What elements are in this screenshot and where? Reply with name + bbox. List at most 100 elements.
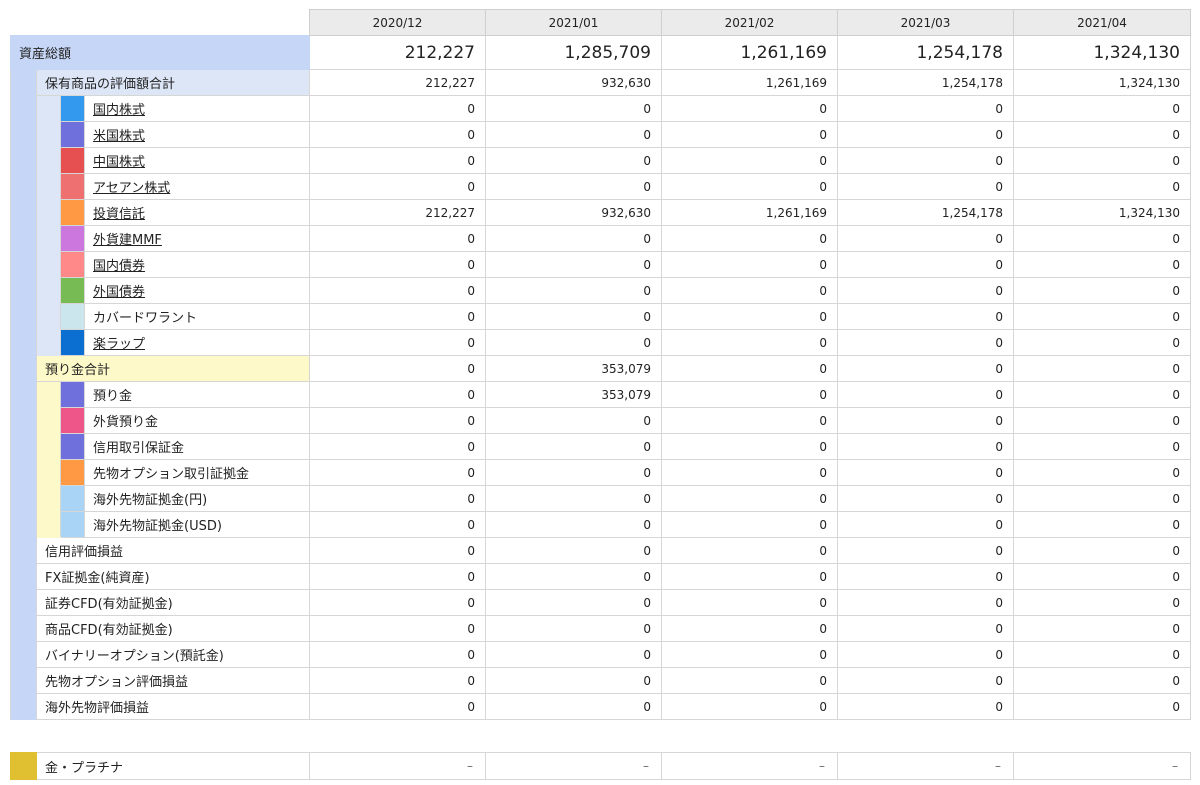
deposit-value: 0 — [661, 433, 838, 460]
swatch-fill — [61, 148, 84, 173]
deposits-stripe — [36, 381, 61, 538]
holding-value: 0 — [1013, 147, 1191, 174]
holding-value: 0 — [661, 277, 838, 304]
deposit-value: 0 — [661, 511, 838, 538]
other-value: 0 — [837, 537, 1014, 564]
holding-link[interactable]: 国内債券 — [93, 259, 145, 274]
holding-value: 0 — [837, 303, 1014, 330]
holdings-total-value: 1,261,169 — [661, 69, 838, 96]
other-value: 0 — [661, 667, 838, 694]
deposit-row: 信用取引保証金 0 0 0 0 0 — [11, 433, 1191, 460]
holding-label: カバードワラント — [84, 303, 310, 330]
other-value: 0 — [1013, 563, 1191, 590]
holding-link[interactable]: 国内株式 — [93, 103, 145, 118]
color-swatch — [60, 225, 85, 252]
deposit-value: 0 — [485, 459, 662, 486]
other-value: 0 — [485, 667, 662, 694]
other-value: 0 — [309, 693, 486, 720]
swatch-fill — [61, 330, 84, 355]
deposit-value: 353,079 — [485, 381, 662, 408]
deposit-value: 0 — [661, 381, 838, 408]
holding-label[interactable]: アセアン株式 — [84, 173, 310, 200]
deposit-row: 預り金 0 353,079 0 0 0 — [11, 381, 1191, 538]
holdings-total-value: 1,254,178 — [837, 69, 1014, 96]
deposit-value: 0 — [837, 381, 1014, 408]
other-value: 0 — [309, 615, 486, 642]
other-value: 0 — [1013, 589, 1191, 616]
deposit-value: 0 — [309, 381, 486, 408]
deposit-label: 信用取引保証金 — [84, 433, 310, 460]
color-swatch — [60, 95, 85, 122]
holding-label[interactable]: 外貨建MMF — [84, 225, 310, 252]
deposit-value: 0 — [309, 407, 486, 434]
holding-value: 0 — [485, 251, 662, 278]
holding-label[interactable]: 米国株式 — [84, 121, 310, 148]
other-row: 証券CFD(有効証拠金) 0 0 0 0 0 — [11, 589, 1191, 616]
swatch-fill — [61, 96, 84, 121]
other-label: 信用評価損益 — [36, 537, 310, 564]
deposit-value: 0 — [485, 485, 662, 512]
deposit-value: 0 — [1013, 407, 1191, 434]
swatch-fill — [61, 122, 84, 147]
holding-link[interactable]: 米国株式 — [93, 129, 145, 144]
other-value: 0 — [1013, 641, 1191, 668]
holding-value: 0 — [1013, 251, 1191, 278]
other-label: 商品CFD(有効証拠金) — [36, 615, 310, 642]
deposit-value: 0 — [661, 407, 838, 434]
holding-value: 0 — [309, 225, 486, 252]
deposit-value: 0 — [1013, 485, 1191, 512]
swatch-fill — [61, 382, 84, 407]
deposit-row: 海外先物証拠金(USD) 0 0 0 0 0 — [11, 511, 1191, 538]
holding-value: 932,630 — [485, 199, 662, 226]
holding-value: 0 — [661, 173, 838, 200]
holding-value: 0 — [309, 329, 486, 356]
period-header: 2021/03 — [837, 9, 1014, 36]
total-value: 212,227 — [309, 35, 486, 70]
other-value: 0 — [485, 693, 662, 720]
other-value: 0 — [837, 667, 1014, 694]
other-row: バイナリーオプション(預託金) 0 0 0 0 0 — [11, 641, 1191, 668]
holding-row: 外貨建MMF 0 0 0 0 0 — [11, 225, 1191, 252]
swatch-fill — [61, 278, 84, 303]
holding-row: 楽ラップ 0 0 0 0 0 — [11, 329, 1191, 356]
color-swatch — [60, 121, 85, 148]
swatch-fill — [61, 460, 84, 485]
holding-value: 0 — [837, 147, 1014, 174]
total-stripe — [10, 69, 37, 720]
other-value: 0 — [309, 563, 486, 590]
holding-link[interactable]: 楽ラップ — [93, 337, 145, 352]
holding-link[interactable]: 外国債券 — [93, 285, 145, 300]
other-label: バイナリーオプション(預託金) — [36, 641, 310, 668]
holding-value: 0 — [1013, 225, 1191, 252]
holding-link[interactable]: 投資信託 — [93, 207, 145, 222]
holding-link[interactable]: 中国株式 — [93, 155, 145, 170]
other-value: 0 — [837, 563, 1014, 590]
period-header: 2021/01 — [485, 9, 662, 36]
holding-link[interactable]: 外貨建MMF — [93, 233, 162, 248]
other-label: 証券CFD(有効証拠金) — [36, 589, 310, 616]
gold-label: 金・プラチナ — [36, 752, 310, 780]
header-blank — [10, 9, 310, 36]
holding-label[interactable]: 国内株式 — [84, 95, 310, 122]
color-swatch — [60, 277, 85, 304]
deposit-value: 0 — [1013, 459, 1191, 486]
holding-label[interactable]: 国内債券 — [84, 251, 310, 278]
deposit-value: 0 — [837, 433, 1014, 460]
deposits-total-value: 0 — [661, 355, 838, 382]
gold-value: – — [661, 752, 838, 780]
holding-value: 0 — [837, 95, 1014, 122]
holding-value: 0 — [837, 277, 1014, 304]
holding-value: 0 — [661, 329, 838, 356]
other-row: 先物オプション評価損益 0 0 0 0 0 — [11, 667, 1191, 694]
holding-row: 外国債券 0 0 0 0 0 — [11, 277, 1191, 304]
holding-label[interactable]: 外国債券 — [84, 277, 310, 304]
holding-label[interactable]: 中国株式 — [84, 147, 310, 174]
holding-value: 0 — [309, 95, 486, 122]
other-value: 0 — [485, 537, 662, 564]
deposits-total-value: 0 — [309, 355, 486, 382]
holding-label[interactable]: 投資信託 — [84, 199, 310, 226]
color-swatch — [60, 511, 85, 538]
holding-link[interactable]: アセアン株式 — [93, 181, 170, 196]
holding-value: 0 — [837, 121, 1014, 148]
holding-label[interactable]: 楽ラップ — [84, 329, 310, 356]
